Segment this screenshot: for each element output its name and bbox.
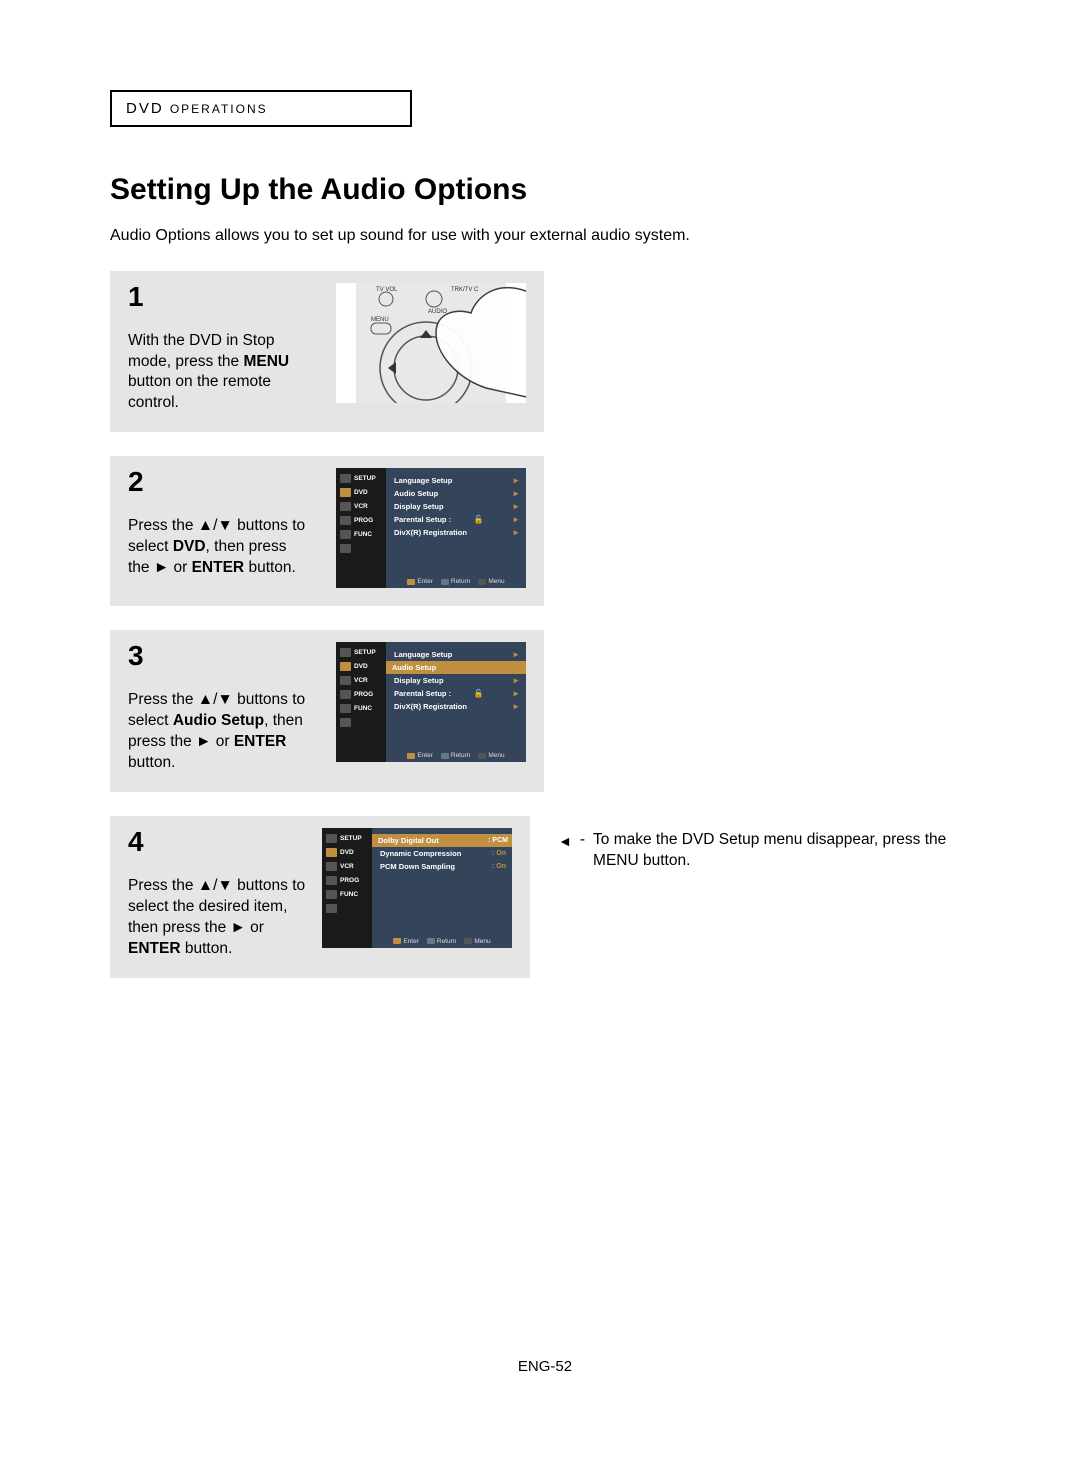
menu-item: Display Setup►: [392, 674, 522, 687]
ret-key-icon: [441, 579, 449, 585]
ret-key-icon: [427, 938, 435, 944]
menu-footer: EnterReturnMenu: [386, 752, 526, 759]
step-2-text: Press the ▲/▼ buttons to select DVD, the…: [128, 496, 308, 579]
step-4-text: Press the ▲/▼ buttons to select the desi…: [128, 856, 308, 960]
menu-item: PCM Down Sampling: On: [378, 860, 508, 873]
menu-item: Parental Setup :🔓►: [392, 513, 522, 526]
section-label-small: OPERATIONS: [170, 102, 268, 116]
step-4-note: ◄ - To make the DVD Setup menu disappear…: [558, 816, 980, 872]
section-label: DVD: [126, 100, 164, 117]
ret-key-icon: [441, 753, 449, 759]
step-block-4: 4 Press the ▲/▼ buttons to select the de…: [110, 816, 530, 978]
enter-key-icon: [407, 753, 415, 759]
enter-key-icon: [407, 579, 415, 585]
menu-item: Language Setup►: [392, 648, 522, 661]
setup-menu-screenshot-3: SETUP DVD VCR PROG FUNC Language Setup►A…: [336, 642, 526, 762]
page-title: Setting Up the Audio Options: [110, 173, 980, 207]
menu-item: DivX(R) Registration►: [392, 526, 522, 539]
menu-item: Dynamic Compression: On: [378, 847, 508, 860]
menu-item: Display Setup►: [392, 500, 522, 513]
intro-text: Audio Options allows you to set up sound…: [110, 225, 980, 247]
setup-menu-screenshot-4: SETUP DVD VCR PROG FUNC Dolby Digital Ou…: [322, 828, 512, 948]
step-block-2: 2 Press the ▲/▼ buttons to select DVD, t…: [110, 456, 544, 606]
menu-key-icon: [478, 753, 486, 759]
chevron-right-icon: ►: [512, 489, 520, 498]
chevron-right-icon: ►: [512, 689, 520, 698]
menu-main: Dolby Digital Out: PCMDynamic Compressio…: [372, 828, 512, 948]
chevron-right-icon: ►: [512, 702, 520, 711]
menu-item: Audio Setup►: [386, 661, 526, 674]
chevron-right-icon: ►: [512, 528, 520, 537]
chevron-right-icon: ►: [512, 476, 520, 485]
step-1-text: With the DVD in Stop mode, press the MEN…: [128, 311, 308, 415]
page-number: ENG-52: [110, 1358, 980, 1375]
menu-sidebar: SETUP DVD VCR PROG FUNC: [336, 642, 386, 762]
menu-item: DivX(R) Registration►: [392, 700, 522, 713]
step-number: 3: [128, 642, 308, 670]
chevron-right-icon: ►: [512, 502, 520, 511]
menu-key-icon: [478, 579, 486, 585]
menu-main: Language Setup►Audio Setup►Display Setup…: [386, 468, 526, 588]
menu-footer: EnterReturnMenu: [372, 938, 512, 945]
menu-item: Parental Setup :🔓►: [392, 687, 522, 700]
lock-icon: 🔓: [474, 689, 484, 698]
chevron-right-icon: ►: [512, 676, 520, 685]
enter-key-icon: [393, 938, 401, 944]
chevron-right-icon: ►: [512, 650, 520, 659]
menu-item: Audio Setup►: [392, 487, 522, 500]
remote-illustration: TV VOL TRK/TV C AUDIO MENU: [336, 283, 526, 403]
menu-sidebar: SETUP DVD VCR PROG FUNC: [336, 468, 386, 588]
menu-key-icon: [464, 938, 472, 944]
step-number: 2: [128, 468, 308, 496]
section-header: DVD OPERATIONS: [110, 90, 412, 127]
svg-text:TV VOL: TV VOL: [376, 287, 398, 293]
menu-main: Language Setup►Audio Setup►Display Setup…: [386, 642, 526, 762]
menu-footer: EnterReturnMenu: [386, 578, 526, 585]
menu-sidebar: SETUP DVD VCR PROG FUNC: [322, 828, 372, 948]
svg-text:AUDIO: AUDIO: [428, 309, 447, 315]
step-block-3: 3 Press the ▲/▼ buttons to select Audio …: [110, 630, 544, 792]
chevron-right-icon: ►: [514, 663, 522, 672]
svg-text:TRK/TV C: TRK/TV C: [451, 287, 479, 293]
setup-menu-screenshot-2: SETUP DVD VCR PROG FUNC Language Setup►A…: [336, 468, 526, 588]
step-number: 1: [128, 283, 308, 311]
step-3-text: Press the ▲/▼ buttons to select Audio Se…: [128, 670, 308, 774]
chevron-right-icon: ►: [512, 515, 520, 524]
note-text: To make the DVD Setup menu disappear, pr…: [593, 830, 980, 872]
note-dash: -: [580, 830, 585, 851]
lock-icon: 🔓: [474, 515, 484, 524]
step-block-1: 1 With the DVD in Stop mode, press the M…: [110, 271, 544, 433]
svg-text:MENU: MENU: [371, 317, 389, 323]
menu-item: Dolby Digital Out: PCM: [372, 834, 512, 847]
step-number: 4: [128, 828, 308, 856]
menu-item: Language Setup►: [392, 474, 522, 487]
note-triangle-icon: ◄: [558, 832, 572, 851]
